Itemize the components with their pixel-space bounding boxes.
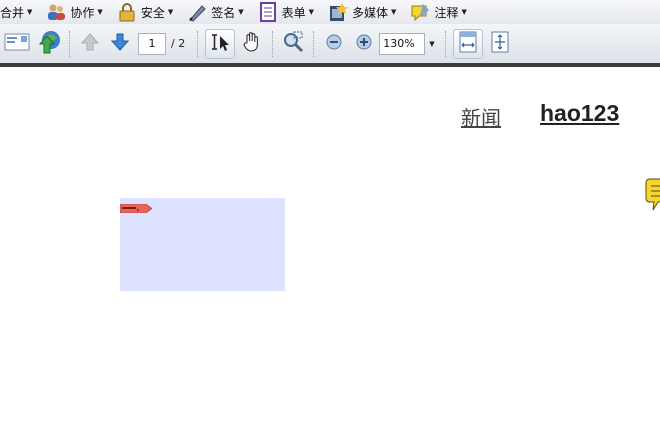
chevron-down-icon: ▼ [238,8,244,16]
toolbar-separator [444,30,446,57]
email-button[interactable] [2,31,32,57]
zoom-dropdown-icon[interactable]: ▼ [429,40,434,48]
toolbar-separator [313,30,315,57]
arrow-up-icon [80,32,100,56]
toolbar-separator [69,30,70,57]
zoom-out-button[interactable] [321,31,347,57]
menu-comment[interactable]: 注释 ▼ [410,1,467,23]
menu-security[interactable]: 安全 ▼ [117,1,173,23]
envelope-icon [4,33,30,55]
lock-icon [117,2,137,22]
chevron-down-icon: ▼ [97,8,103,16]
toolbar-separator [197,30,199,57]
select-tool-button[interactable] [205,28,236,59]
toolbar-separator [272,30,274,57]
menu-comment-label: 注释 [434,5,459,20]
task-toolbar: 合并 ▼ 协作 ▼ 安全 ▼ 签名 ▼ 表单 ▼ 多媒体 ▼ 注释 ▼ [0,0,660,24]
arrow-down-icon [110,32,130,56]
menu-merge-label: 合并 [0,5,25,20]
zoom-in-icon [356,34,372,54]
upload-button[interactable] [36,30,62,58]
zoom-level-input[interactable]: 130% [379,32,426,55]
chevron-down-icon: ▼ [461,8,467,16]
zoom-out-icon [326,34,342,54]
hao123-link[interactable]: hao123 [540,100,619,127]
menu-merge[interactable]: 合并 ▼ [0,1,32,23]
menu-multimedia[interactable]: 多媒体 ▼ [328,1,396,23]
globe-upload-icon [37,30,61,58]
menu-sign[interactable]: 签名 ▼ [187,1,244,23]
chevron-down-icon: ▼ [391,8,397,16]
chevron-down-icon: ▼ [308,8,315,16]
menu-collaborate[interactable]: 协作 ▼ [46,1,103,23]
fit-page-icon [491,31,509,57]
page-number-input[interactable]: 1 [138,32,166,55]
magnifier-icon [282,31,304,57]
hand-icon [241,31,263,57]
menu-collaborate-label: 协作 [70,5,95,20]
view-toolbar: 1 / 2 130% ▼ [0,24,660,63]
next-page-button[interactable] [107,31,133,57]
fit-page-button[interactable] [487,31,513,57]
comment-icon [410,2,430,22]
chevron-down-icon: ▼ [27,8,33,16]
hand-tool-button[interactable] [239,31,265,57]
film-icon [328,2,349,22]
news-link[interactable]: 新闻 [461,102,501,131]
annotation-tag-icon[interactable] [119,198,153,214]
form-icon [258,2,278,22]
previous-page-button[interactable] [77,31,103,57]
menu-forms-label: 表单 [281,5,306,20]
marquee-zoom-button[interactable] [280,31,306,57]
chevron-down-icon: ▼ [167,8,174,16]
text-cursor-icon [209,32,231,56]
note-comment-icon[interactable] [644,178,660,212]
page-total: / 2 [171,37,186,50]
menu-security-label: 安全 [140,5,165,20]
fit-width-button[interactable] [452,28,483,59]
pdf-reader-window: 合并 ▼ 协作 ▼ 安全 ▼ 签名 ▼ 表单 ▼ 多媒体 ▼ 注释 ▼ 1 / … [0,0,660,448]
zoom-in-button[interactable] [351,31,377,57]
menu-multimedia-label: 多媒体 [352,5,389,20]
users-icon [46,2,66,22]
menu-sign-label: 签名 [211,5,236,20]
pen-icon [187,2,207,22]
document-page: 新闻 hao123 [0,67,660,448]
fit-width-icon [458,31,478,57]
menu-forms[interactable]: 表单 ▼ [258,1,314,23]
